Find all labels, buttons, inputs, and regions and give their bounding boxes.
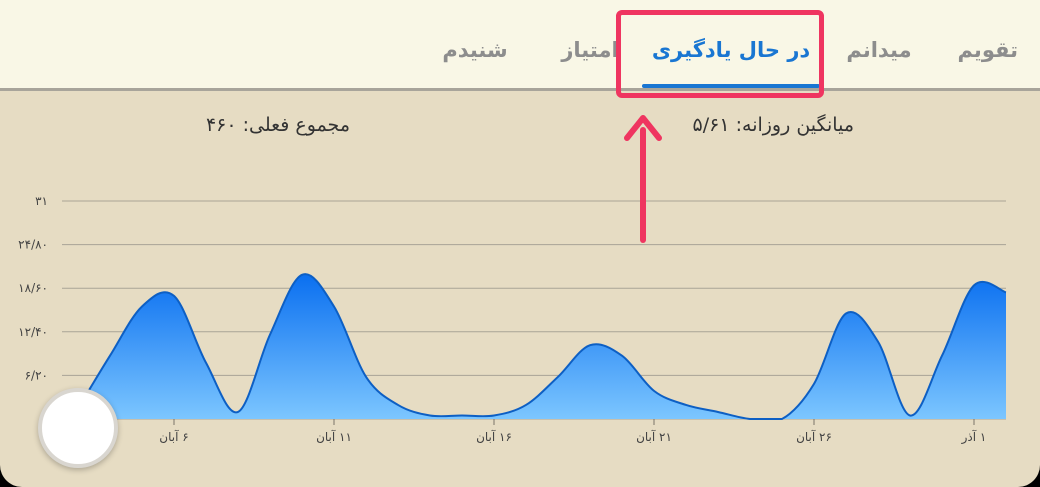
floating-action-button[interactable] bbox=[38, 388, 118, 468]
x-tick-label: ۱۶ آبان bbox=[476, 429, 512, 444]
series-area bbox=[78, 274, 1006, 419]
y-tick-label: ۶/۲۰ bbox=[25, 368, 48, 382]
x-tick-label: ۲۶ آبان bbox=[796, 429, 832, 444]
x-tick-label: ۱ آذر bbox=[961, 429, 987, 445]
y-tick-label: ۱۸/۶۰ bbox=[18, 281, 48, 295]
tab-highlight-annotation bbox=[616, 10, 824, 98]
y-tick-label: ۳۱ bbox=[35, 194, 48, 208]
y-tick-label: ۲۴/۸۰ bbox=[18, 238, 48, 252]
x-tick-label: ۲۱ آبان bbox=[636, 429, 672, 444]
progress-area-chart: ۶/۲۰ ۱۲/۴۰ ۱۸/۶۰ ۲۴/۸۰ ۳۱ ۶ آبان ۱۱ آبان ۱۶ آبا… bbox=[18, 194, 1007, 445]
x-tick-label: ۶ آبان bbox=[159, 429, 188, 444]
app-frame: تقویم میدانم در حال یادگیری امتیاز شنیدم… bbox=[0, 0, 1040, 487]
y-tick-label: ۱۲/۴۰ bbox=[18, 325, 48, 339]
x-tick-label: ۱۱ آبان bbox=[316, 429, 352, 444]
